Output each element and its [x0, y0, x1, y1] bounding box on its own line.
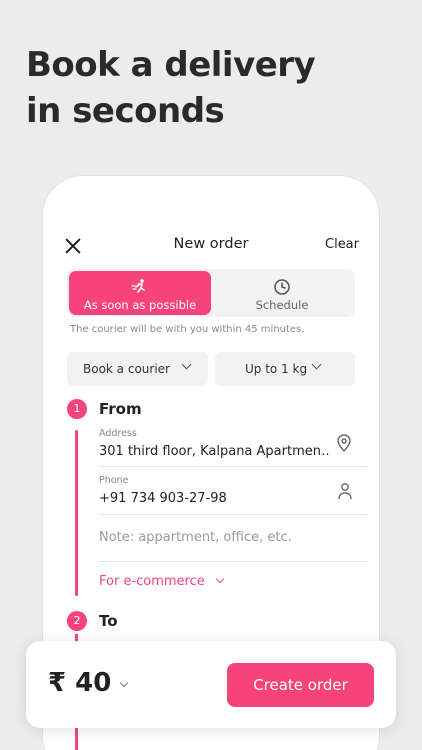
promo-headline-line2: in seconds [26, 91, 225, 131]
schedule-option-label: Schedule [255, 298, 309, 312]
chevron-down-icon[interactable] [119, 678, 129, 688]
chevron-down-icon [181, 359, 192, 370]
from-section-rail [75, 430, 78, 596]
weight-value: Up to 1 kg [245, 362, 308, 376]
running-courier-icon [131, 278, 149, 296]
weight-dropdown[interactable]: Up to 1 kg [215, 352, 355, 386]
delivery-timing-toggle: As soon as possible Schedule [67, 269, 355, 317]
address-field[interactable]: Address 301 third floor, Kalpana Apartme… [99, 428, 367, 459]
divider [99, 561, 367, 562]
location-pin-icon[interactable] [336, 434, 352, 453]
phone-label: Phone [99, 475, 129, 486]
chevron-down-icon [311, 359, 322, 370]
promo-headline: Book a delivery in seconds [26, 42, 406, 134]
clear-button[interactable]: Clear [325, 237, 359, 252]
divider [99, 466, 367, 467]
step-1-badge: 1 [67, 399, 87, 419]
ecommerce-link-label: For e-commerce [99, 574, 205, 589]
phone-value: +91 734 903-27-98 [99, 491, 227, 506]
ecommerce-link[interactable]: For e-commerce [99, 574, 225, 589]
schedule-option[interactable]: Schedule [211, 271, 353, 315]
asap-option-label: As soon as possible [83, 298, 197, 312]
to-section-title: To [99, 612, 118, 630]
from-section-title: From [99, 400, 142, 418]
address-label: Address [99, 428, 137, 439]
asap-option[interactable]: As soon as possible [69, 271, 211, 315]
chevron-down-icon [215, 574, 225, 584]
address-value: 301 third floor, Kalpana Apartmen… [99, 444, 331, 459]
phone-field[interactable]: Phone +91 734 903-27-98 [99, 475, 367, 506]
contact-person-icon[interactable] [337, 482, 353, 500]
promo-headline-line1: Book a delivery [26, 45, 316, 85]
divider [99, 514, 367, 515]
price-total[interactable]: ₹ 40 [48, 668, 111, 698]
top-bar: New order Clear [43, 234, 379, 258]
step-2-badge: 2 [67, 611, 87, 631]
clock-icon [273, 278, 291, 296]
service-type-dropdown[interactable]: Book a courier [67, 352, 208, 386]
create-order-button[interactable]: Create order [227, 663, 374, 707]
order-footer: ₹ 40 Create order [26, 641, 396, 728]
eta-hint: The courier will be with you within 45 m… [70, 324, 305, 335]
service-type-value: Book a courier [83, 362, 170, 376]
note-input[interactable]: Note: appartment, office, etc. [99, 530, 292, 545]
